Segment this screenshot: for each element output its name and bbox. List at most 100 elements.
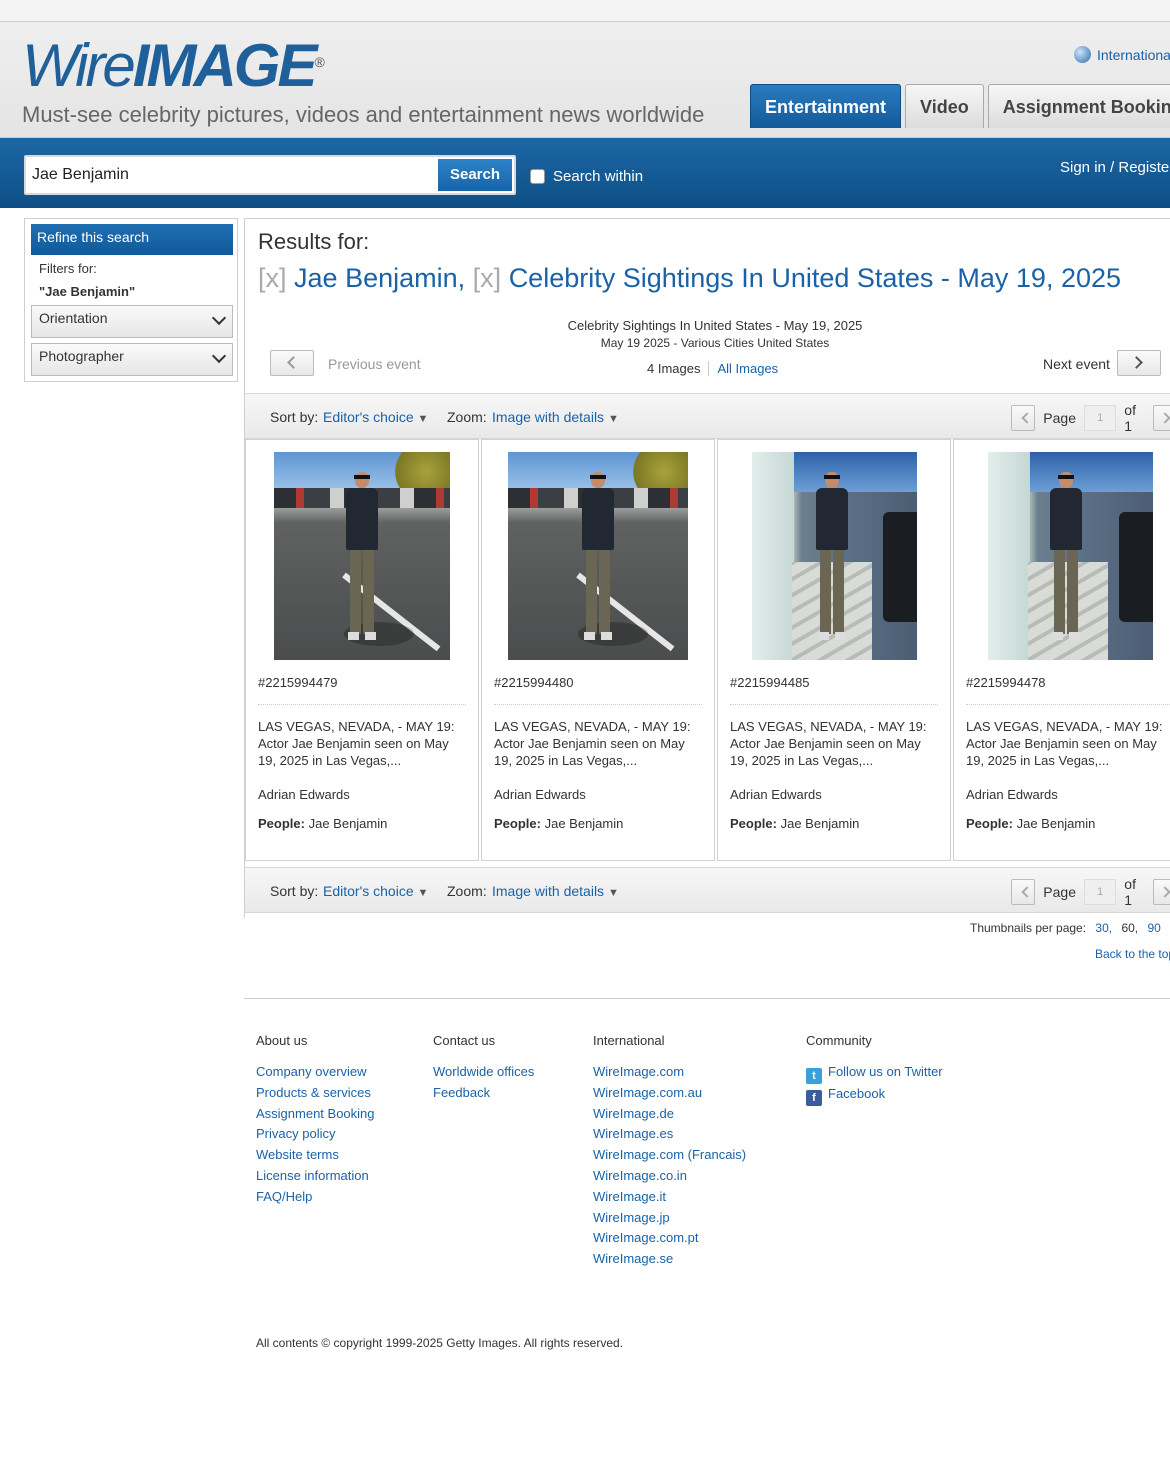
people-line: People: Jae Benjamin: [494, 816, 624, 831]
wireimage-logo[interactable]: WireIMAGE®: [22, 36, 325, 96]
prev-page-button[interactable]: [1011, 405, 1036, 431]
results-area: Results for: [x] Jae Benjamin, [x] Celeb…: [244, 218, 1170, 918]
image-caption: LAS VEGAS, NEVADA, - MAY 19: Actor Jae B…: [494, 719, 691, 768]
search-terms-breadcrumb: [x] Jae Benjamin, [x] Celebrity Sighting…: [258, 263, 1121, 294]
people-line: People: Jae Benjamin: [966, 816, 1096, 831]
tab-assignment-booking[interactable]: Assignment Booking: [987, 84, 1170, 128]
image-caption: LAS VEGAS, NEVADA, - MAY 19: Actor Jae B…: [258, 719, 455, 768]
footer-link[interactable]: Website terms: [256, 1145, 375, 1166]
search-input[interactable]: [32, 157, 432, 193]
image-card: #2215994478 LAS VEGAS, NEVADA, - MAY 19:…: [953, 439, 1170, 861]
signin-register-link[interactable]: Sign in / Register: [1060, 159, 1170, 176]
chevron-left-icon: [1021, 886, 1033, 898]
term-event[interactable]: Celebrity Sightings In United States - M…: [509, 263, 1121, 293]
footer-about: About us Company overview Products & ser…: [256, 1033, 375, 1208]
footer-link[interactable]: WireImage.de: [593, 1104, 746, 1125]
footer-link[interactable]: Products & services: [256, 1083, 375, 1104]
thumbnails-per-page: Thumbnails per page: 30, 60, 90: [970, 921, 1161, 935]
footer-link[interactable]: Company overview: [256, 1062, 375, 1083]
previous-event-button[interactable]: [270, 350, 314, 376]
next-event-button[interactable]: [1117, 350, 1161, 376]
image-card: #2215994485 LAS VEGAS, NEVADA, - MAY 19:…: [717, 439, 951, 861]
international-link[interactable]: International: [1074, 46, 1170, 63]
footer-community: Community t Follow us on Twitter f Faceboo…: [806, 1033, 943, 1106]
image-thumbnail[interactable]: [274, 452, 450, 660]
filters-label: Filters for:: [39, 261, 97, 276]
page-number-input[interactable]: 1: [1083, 405, 1117, 431]
term-jae-benjamin[interactable]: Jae Benjamin,: [294, 263, 465, 293]
browser-top-strip: [0, 0, 1170, 22]
per-page-60[interactable]: 60,: [1121, 921, 1138, 935]
image-id[interactable]: #2215994479: [258, 675, 338, 690]
zoom-dropdown[interactable]: Image with details ▼: [492, 409, 619, 425]
per-page-90[interactable]: 90: [1147, 921, 1160, 935]
image-id[interactable]: #2215994478: [966, 675, 1046, 690]
photographer-dropdown[interactable]: Photographer: [31, 343, 233, 376]
previous-event-label[interactable]: Previous event: [328, 356, 421, 372]
photographer-name[interactable]: Adrian Edwards: [258, 787, 350, 802]
orientation-dropdown[interactable]: Orientation: [31, 305, 233, 338]
twitter-link[interactable]: t Follow us on Twitter: [806, 1062, 943, 1084]
all-images-link[interactable]: All Images: [717, 361, 778, 376]
footer-link[interactable]: WireImage.com.pt: [593, 1228, 746, 1249]
next-page-button[interactable]: [1153, 879, 1170, 905]
sort-dropdown[interactable]: Editor's choice ▼: [323, 409, 428, 425]
next-event-label[interactable]: Next event: [1043, 356, 1110, 372]
footer-link[interactable]: Worldwide offices: [433, 1062, 534, 1083]
refine-panel: Refine this search Filters for: "Jae Ben…: [24, 218, 238, 382]
footer-link[interactable]: WireImage.com.au: [593, 1083, 746, 1104]
photographer-name[interactable]: Adrian Edwards: [494, 787, 586, 802]
image-thumbnail[interactable]: [508, 452, 688, 660]
search-within-checkbox[interactable]: [530, 169, 545, 184]
footer-link[interactable]: WireImage.se: [593, 1249, 746, 1270]
chevron-left-icon: [1021, 412, 1033, 424]
footer-link[interactable]: Assignment Booking: [256, 1104, 375, 1125]
event-subtitle: May 19 2025 - Various Cities United Stat…: [600, 336, 830, 350]
pagination-top: Page 1 of 1: [1011, 402, 1170, 434]
main-tabs: Entertainment Video Assignment Booking: [750, 84, 1170, 128]
footer-link[interactable]: WireImage.com (Francais): [593, 1145, 746, 1166]
footer-link[interactable]: FAQ/Help: [256, 1187, 375, 1208]
facebook-link[interactable]: f Facebook: [806, 1084, 943, 1106]
search-within[interactable]: Search within: [530, 168, 643, 185]
image-count: 4 Images: [647, 361, 710, 376]
globe-icon: [1074, 46, 1091, 63]
footer-link[interactable]: Privacy policy: [256, 1124, 375, 1145]
photographer-name[interactable]: Adrian Edwards: [966, 787, 1058, 802]
image-counts: 4 Images All Images: [647, 361, 778, 376]
footer-international: International WireImage.com WireImage.co…: [593, 1033, 746, 1270]
page-number-input[interactable]: 1: [1083, 879, 1117, 905]
tab-video[interactable]: Video: [905, 84, 984, 128]
image-thumbnail[interactable]: [751, 452, 917, 660]
pagination-bottom: Page 1 of 1: [1011, 876, 1170, 908]
chevron-down-icon: [211, 310, 227, 326]
zoom-dropdown[interactable]: Image with details ▼: [492, 883, 619, 899]
footer-link[interactable]: WireImage.es: [593, 1124, 746, 1145]
search-button[interactable]: Search: [438, 159, 512, 191]
image-id[interactable]: #2215994485: [730, 675, 810, 690]
prev-page-button[interactable]: [1011, 879, 1036, 905]
footer-link[interactable]: WireImage.jp: [593, 1208, 746, 1229]
image-thumbnail[interactable]: [987, 452, 1153, 660]
footer-link[interactable]: WireImage.it: [593, 1187, 746, 1208]
back-to-top-link[interactable]: Back to the top: [1095, 947, 1170, 961]
chevron-right-icon: [1159, 886, 1170, 898]
image-id[interactable]: #2215994480: [494, 675, 574, 690]
next-page-button[interactable]: [1153, 405, 1170, 431]
sort-toolbar-top: Sort by: Editor's choice ▼ Zoom: Image w…: [245, 393, 1170, 439]
remove-term-jae-benjamin[interactable]: [x]: [258, 263, 287, 293]
sort-dropdown[interactable]: Editor's choice ▼: [323, 883, 428, 899]
footer-link[interactable]: License information: [256, 1166, 375, 1187]
tab-entertainment[interactable]: Entertainment: [750, 84, 902, 128]
chevron-left-icon: [287, 356, 300, 369]
per-page-30[interactable]: 30,: [1095, 921, 1112, 935]
chevron-right-icon: [1130, 356, 1143, 369]
photographer-name[interactable]: Adrian Edwards: [730, 787, 822, 802]
footer-link[interactable]: WireImage.com: [593, 1062, 746, 1083]
footer-link[interactable]: WireImage.co.in: [593, 1166, 746, 1187]
remove-term-event[interactable]: [x]: [473, 263, 502, 293]
refine-title: Refine this search: [31, 224, 233, 255]
footer-link[interactable]: Feedback: [433, 1083, 534, 1104]
facebook-icon: f: [806, 1090, 822, 1106]
image-card: #2215994479 LAS VEGAS, NEVADA, - MAY 19:…: [245, 439, 479, 861]
